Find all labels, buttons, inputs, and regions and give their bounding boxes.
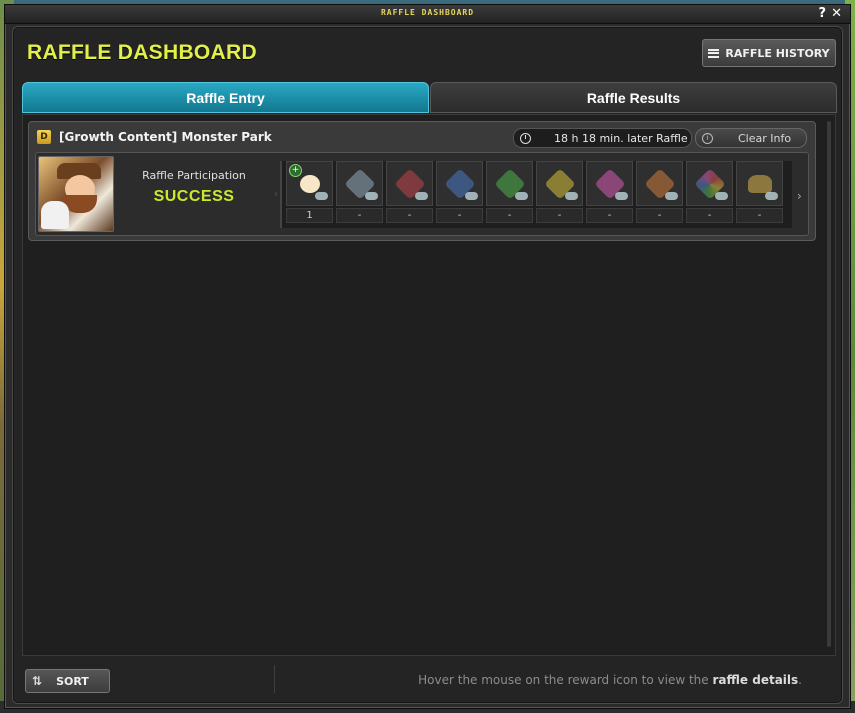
yellow-gem-icon[interactable]: [536, 161, 583, 206]
cloud-icon: [465, 192, 478, 200]
reward-count: -: [536, 208, 583, 223]
hint-suffix: .: [798, 673, 802, 687]
info-icon: i: [702, 132, 713, 144]
reward-slot[interactable]: -: [686, 161, 733, 225]
clock-icon: [520, 132, 531, 144]
reward-count: -: [636, 208, 683, 223]
reward-count: -: [586, 208, 633, 223]
cloud-icon: [665, 192, 678, 200]
reward-count: -: [486, 208, 533, 223]
help-icon[interactable]: ?: [818, 6, 826, 21]
rainbow-gem-icon[interactable]: [686, 161, 733, 206]
reward-count: 1: [286, 208, 333, 223]
difficulty-badge: D: [37, 130, 51, 144]
orange-gem-icon[interactable]: [636, 161, 683, 206]
close-icon[interactable]: ✕: [831, 6, 842, 21]
raffle-entry-list: D [Growth Content] Monster Park 18 h 18 …: [22, 114, 836, 656]
footer-divider: [274, 665, 275, 693]
tab-bar: Raffle Entry Raffle Results: [22, 82, 837, 113]
clear-info-button[interactable]: i Clear Info: [695, 128, 807, 148]
cloud-icon: [715, 192, 728, 200]
blue-gem-icon[interactable]: [436, 161, 483, 206]
hint-text: Hover the mouse on the reward icon to vi…: [322, 673, 802, 687]
reward-slot[interactable]: -: [586, 161, 633, 225]
reward-slot[interactable]: -: [636, 161, 683, 225]
menu-icon: [708, 48, 720, 58]
reward-count: -: [386, 208, 433, 223]
cloud-icon: [415, 192, 428, 200]
cloud-icon: [515, 192, 528, 200]
clear-info-label: Clear Info: [738, 131, 792, 145]
character-portrait: [38, 156, 114, 232]
reward-slot[interactable]: -: [736, 161, 783, 225]
cloud-icon: [565, 192, 578, 200]
sort-label: SORT: [56, 674, 89, 688]
hint-bold: raffle details: [712, 673, 799, 687]
raffle-history-label: RAFFLE HISTORY: [725, 46, 830, 60]
chevron-right-icon[interactable]: ›: [797, 189, 802, 203]
reward-strip: + 1 - - - - - - - - -: [280, 161, 792, 228]
golden-creature-icon[interactable]: [736, 161, 783, 206]
raffle-entry-header: D [Growth Content] Monster Park 18 h 18 …: [37, 128, 807, 148]
reward-slot[interactable]: -: [536, 161, 583, 225]
reward-count: -: [436, 208, 483, 223]
silver-gem-icon[interactable]: [336, 161, 383, 206]
sort-button[interactable]: ⇅ SORT: [25, 669, 110, 693]
raffle-entry-title: [Growth Content] Monster Park: [59, 130, 272, 144]
window-title: RAFFLE DASHBOARD: [380, 8, 475, 17]
hint-prefix: Hover the mouse on the reward icon to vi…: [418, 673, 713, 687]
raffle-timer: 18 h 18 min. later Raffle: [513, 128, 692, 148]
plus-icon: +: [289, 164, 302, 177]
page-title: RAFFLE DASHBOARD: [27, 41, 257, 64]
pink-gem-icon[interactable]: [586, 161, 633, 206]
reward-count: -: [686, 208, 733, 223]
sort-icon: ⇅: [32, 674, 43, 688]
reward-slot[interactable]: -: [336, 161, 383, 225]
participation-status: Raffle Participation SUCCESS: [124, 169, 264, 206]
raffle-entry-card: D [Growth Content] Monster Park 18 h 18 …: [28, 121, 816, 241]
cloud-icon: [615, 192, 628, 200]
raffle-timer-text: 18 h 18 min. later Raffle: [554, 131, 688, 145]
list-scrollbar[interactable]: [827, 121, 831, 647]
cloud-icon: [365, 192, 378, 200]
green-gem-icon[interactable]: [486, 161, 533, 206]
reward-slot[interactable]: -: [436, 161, 483, 225]
tab-raffle-results[interactable]: Raffle Results: [430, 82, 837, 113]
reward-slot[interactable]: -: [486, 161, 533, 225]
raffle-history-button[interactable]: RAFFLE HISTORY: [702, 39, 836, 67]
cloud-icon: [765, 192, 778, 200]
footer-bar: ⇅ SORT Hover the mouse on the reward ico…: [22, 659, 834, 697]
reward-count: -: [736, 208, 783, 223]
reward-slot[interactable]: + 1: [286, 161, 333, 225]
window-titlebar[interactable]: RAFFLE DASHBOARD ? ✕: [5, 5, 850, 24]
cloud-icon: [315, 192, 328, 200]
reward-count: -: [336, 208, 383, 223]
raffle-entry-row: Raffle Participation SUCCESS ‹ + 1 - - -…: [35, 152, 809, 236]
red-gem-icon[interactable]: [386, 161, 433, 206]
participation-status-text: SUCCESS: [153, 188, 235, 205]
chevron-left-icon: ‹: [274, 189, 278, 200]
npc-character-icon[interactable]: +: [286, 161, 333, 206]
reward-slot[interactable]: -: [386, 161, 433, 225]
participation-label: Raffle Participation: [142, 169, 246, 182]
dashboard-panel: RAFFLE DASHBOARD RAFFLE HISTORY Raffle E…: [12, 26, 843, 704]
raffle-dashboard-window: RAFFLE DASHBOARD ? ✕ RAFFLE DASHBOARD RA…: [4, 4, 851, 709]
tab-raffle-entry[interactable]: Raffle Entry: [22, 82, 429, 113]
